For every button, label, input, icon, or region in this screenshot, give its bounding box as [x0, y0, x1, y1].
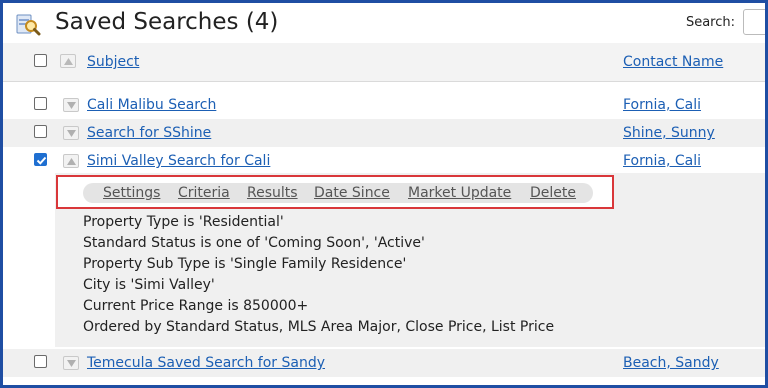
table-header: Subject Contact Name	[3, 43, 765, 82]
table-row: Simi Valley Search for Cali Fornia, Cali	[3, 147, 765, 175]
criteria-action[interactable]: Criteria	[178, 185, 230, 201]
search-label: Search:	[685, 15, 735, 30]
market-update-action[interactable]: Market Update	[408, 185, 511, 201]
select-all-checkbox[interactable]	[34, 54, 47, 67]
results-action[interactable]: Results	[247, 185, 298, 201]
criteria-line: Property Sub Type is 'Single Family Resi…	[83, 256, 407, 272]
sort-up-icon[interactable]	[60, 54, 76, 68]
chevron-down-icon[interactable]	[63, 356, 79, 370]
column-header-contact-name[interactable]: Contact Name	[623, 53, 723, 71]
table-row: Cali Malibu Search Fornia, Cali	[3, 91, 765, 119]
saved-search-icon	[15, 11, 41, 37]
criteria-line: Ordered by Standard Status, MLS Area Maj…	[83, 319, 555, 335]
page-title: Saved Searches (4)	[55, 9, 279, 35]
row-contact-link[interactable]: Shine, Sunny	[623, 124, 715, 142]
row-subject-link[interactable]: Temecula Saved Search for Sandy	[87, 354, 325, 372]
actions-toolbar: Settings Criteria Results Date Since Mar…	[56, 175, 614, 209]
actions-pill: Settings Criteria Results Date Since Mar…	[83, 183, 593, 203]
table-row: Search for SShine Shine, Sunny	[3, 119, 765, 147]
search-input[interactable]	[743, 9, 765, 35]
criteria-line: Current Price Range is 850000+	[83, 298, 309, 314]
criteria-line: Property Type is 'Residential'	[83, 214, 284, 230]
settings-action[interactable]: Settings	[103, 185, 160, 201]
row-contact-link[interactable]: Fornia, Cali	[623, 152, 701, 170]
row-checkbox[interactable]	[34, 153, 47, 166]
window-frame: Saved Searches (4) Search: Subject Conta…	[0, 0, 768, 388]
delete-action[interactable]: Delete	[530, 185, 576, 201]
column-header-subject[interactable]: Subject	[87, 53, 139, 71]
row-contact-link[interactable]: Fornia, Cali	[623, 96, 701, 114]
chevron-down-icon[interactable]	[63, 98, 79, 112]
row-checkbox[interactable]	[34, 97, 47, 110]
chevron-down-icon[interactable]	[63, 126, 79, 140]
criteria-line: City is 'Simi Valley'	[83, 277, 215, 293]
row-checkbox[interactable]	[34, 125, 47, 138]
row-subject-link[interactable]: Simi Valley Search for Cali	[87, 152, 270, 170]
date-since-action[interactable]: Date Since	[314, 185, 390, 201]
table-row: Temecula Saved Search for Sandy Beach, S…	[3, 349, 765, 377]
row-checkbox[interactable]	[34, 355, 47, 368]
row-contact-link[interactable]: Beach, Sandy	[623, 354, 719, 372]
criteria-line: Standard Status is one of 'Coming Soon',…	[83, 235, 425, 251]
chevron-up-icon[interactable]	[63, 154, 79, 168]
row-subject-link[interactable]: Cali Malibu Search	[87, 96, 216, 114]
row-subject-link[interactable]: Search for SShine	[87, 124, 211, 142]
page-header: Saved Searches (4) Search:	[3, 3, 765, 44]
